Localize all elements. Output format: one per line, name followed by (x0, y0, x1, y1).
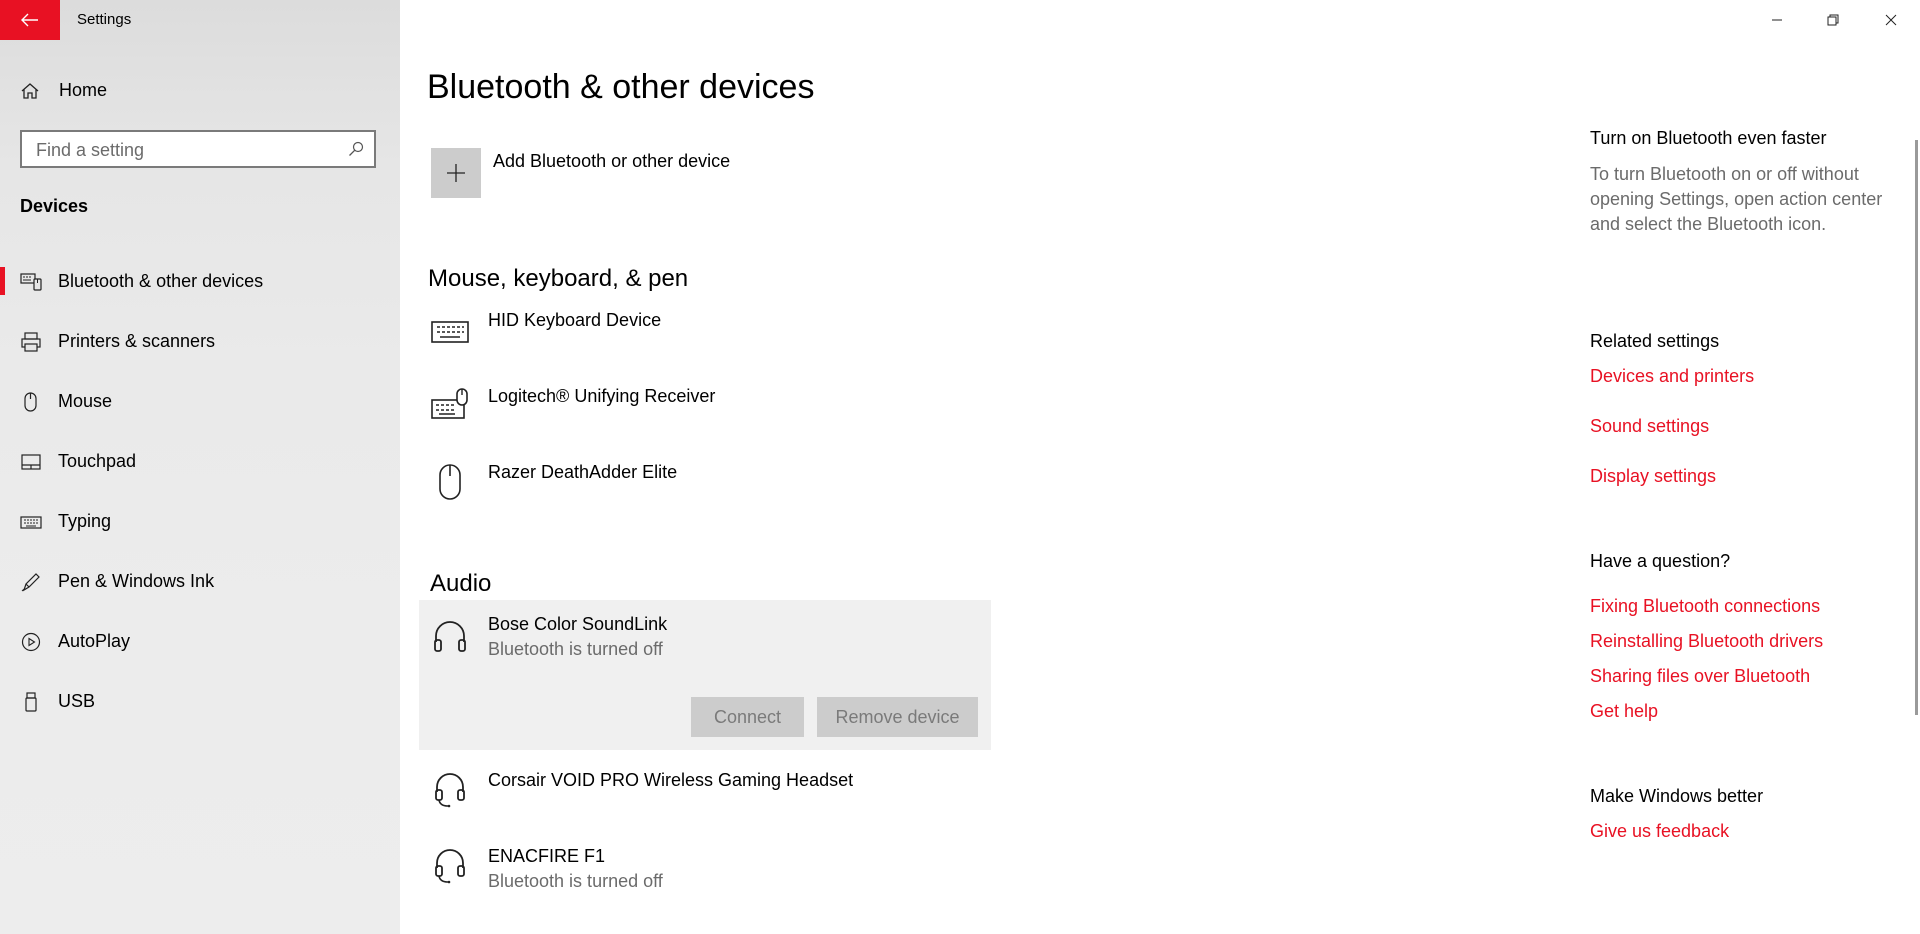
connect-button[interactable]: Connect (691, 697, 804, 737)
sidebar-item-label: USB (58, 691, 96, 711)
sidebar-item-label: Touchpad (58, 451, 137, 471)
home-nav-item[interactable]: Home (0, 70, 400, 112)
device-item-selected[interactable]: Bose Color SoundLink Bluetooth is turned… (419, 600, 991, 750)
device-item[interactable]: ENACFIRE F1 Bluetooth is turned off (420, 838, 990, 902)
device-name: HID Keyboard Device (488, 310, 662, 330)
back-arrow-icon (21, 13, 38, 27)
link-sound-settings[interactable]: Sound settings (1590, 416, 1709, 437)
sidebar-item-mouse[interactable]: Mouse (0, 377, 400, 425)
plus-icon (447, 164, 465, 182)
device-item[interactable]: HID Keyboard Device (420, 306, 990, 366)
sidebar-item-label: Mouse (58, 391, 113, 411)
link-devices-and-printers[interactable]: Devices and printers (1590, 366, 1754, 387)
device-item[interactable]: Corsair VOID PRO Wireless Gaming Headset (420, 762, 990, 826)
printer-icon (21, 332, 41, 352)
sidebar-item-usb[interactable]: USB (0, 677, 400, 725)
sidebar-item-touchpad[interactable]: Touchpad (0, 437, 400, 485)
touchpad-icon (21, 454, 41, 470)
tip-heading: Turn on Bluetooth even faster (1590, 128, 1827, 148)
sidebar-item-printers[interactable]: Printers & scanners (0, 317, 400, 365)
link-fixing-bluetooth[interactable]: Fixing Bluetooth connections (1590, 596, 1820, 617)
back-button[interactable] (0, 0, 60, 40)
restore-icon (1827, 14, 1839, 26)
device-name: Razer DeathAdder Elite (488, 462, 678, 482)
audio-devices-heading: Audio (430, 570, 492, 597)
keyboard-mouse-icon (431, 388, 468, 419)
device-name: Bose Color SoundLink (488, 614, 668, 634)
remove-device-button[interactable]: Remove device (817, 697, 978, 737)
usb-icon (25, 692, 37, 712)
home-label: Home (59, 80, 108, 100)
bluetooth-devices-icon (20, 273, 42, 291)
headset-icon (435, 773, 465, 808)
link-reinstalling-drivers[interactable]: Reinstalling Bluetooth drivers (1590, 631, 1823, 652)
sidebar-item-label: Bluetooth & other devices (58, 271, 264, 291)
sidebar-item-label: AutoPlay (58, 631, 131, 651)
sidebar-item-autoplay[interactable]: AutoPlay (0, 617, 400, 665)
close-icon (1885, 14, 1897, 26)
keyboard-icon (20, 516, 42, 529)
sidebar-item-typing[interactable]: Typing (0, 497, 400, 545)
device-name: Logitech® Unifying Receiver (488, 386, 716, 406)
sidebar-item-label: Pen & Windows Ink (58, 571, 215, 591)
link-sharing-files[interactable]: Sharing files over Bluetooth (1590, 666, 1810, 687)
sidebar-item-label: Printers & scanners (58, 331, 216, 351)
close-button[interactable] (1863, 0, 1919, 40)
search-box[interactable] (20, 130, 376, 168)
home-icon (21, 83, 39, 99)
selection-indicator (0, 267, 5, 295)
headset-icon (435, 849, 465, 884)
headphones-icon (434, 621, 466, 652)
page-title: Bluetooth & other devices (427, 68, 815, 106)
sidebar-section-label: Devices (20, 196, 89, 216)
device-status: Bluetooth is turned off (488, 639, 663, 659)
restore-button[interactable] (1805, 0, 1861, 40)
feedback-heading: Make Windows better (1590, 786, 1764, 806)
minimize-button[interactable] (1749, 0, 1805, 40)
related-settings-heading: Related settings (1590, 331, 1720, 351)
add-device-button[interactable] (431, 148, 481, 198)
search-icon[interactable] (348, 141, 364, 157)
keyboard-icon (431, 321, 469, 343)
minimize-icon (1772, 19, 1782, 21)
scrollbar[interactable] (1915, 140, 1918, 715)
search-input[interactable] (34, 139, 338, 162)
sidebar-item-label: Typing (58, 511, 112, 531)
link-display-settings[interactable]: Display settings (1590, 466, 1716, 487)
device-name: ENACFIRE F1 (488, 846, 606, 866)
sidebar-item-bluetooth[interactable]: Bluetooth & other devices (0, 257, 400, 305)
device-item[interactable]: Razer DeathAdder Elite (420, 458, 990, 518)
add-device-label[interactable]: Add Bluetooth or other device (493, 151, 730, 172)
mouse-icon (439, 464, 461, 500)
device-status: Bluetooth is turned off (488, 871, 663, 891)
title-bar: Settings (0, 0, 400, 40)
sidebar-item-pen[interactable]: Pen & Windows Ink (0, 557, 400, 605)
tip-text: To turn Bluetooth on or off without open… (1590, 164, 1883, 234)
question-heading: Have a question? (1590, 551, 1731, 571)
autoplay-icon (21, 632, 41, 652)
device-item[interactable]: Logitech® Unifying Receiver (420, 382, 990, 442)
app-title: Settings (77, 11, 132, 28)
input-devices-heading: Mouse, keyboard, & pen (428, 265, 689, 292)
pen-icon (21, 573, 40, 592)
sidebar: Settings Home Devices Bluetooth & other … (0, 0, 400, 934)
device-name: Corsair VOID PRO Wireless Gaming Headset (488, 770, 854, 790)
link-get-help[interactable]: Get help (1590, 701, 1658, 722)
link-give-feedback[interactable]: Give us feedback (1590, 821, 1729, 842)
mouse-icon (24, 392, 37, 412)
